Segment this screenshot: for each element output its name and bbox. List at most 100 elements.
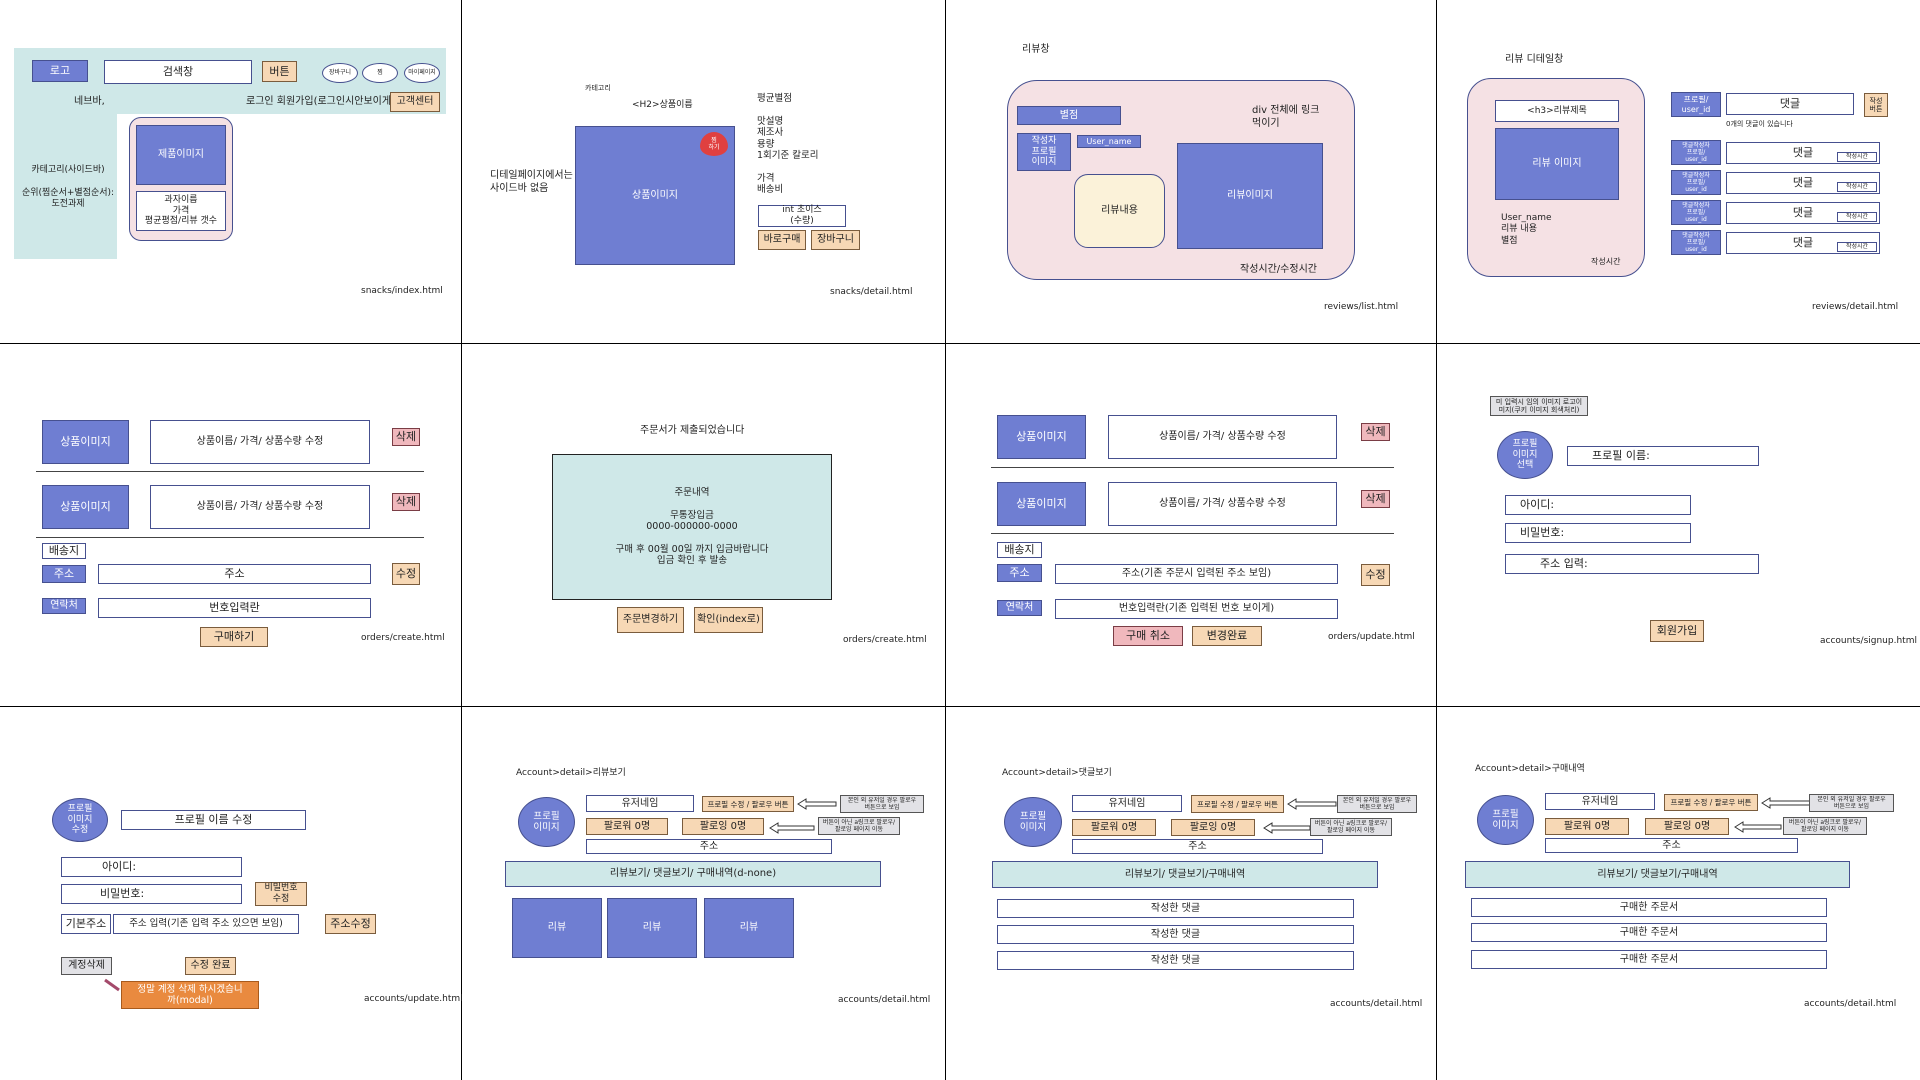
profile-name-input[interactable]: 프로필 이름: [1567,446,1759,466]
detail-tabs[interactable]: 리뷰보기/ 댓글보기/구매내역 [1465,861,1850,888]
grid-divider [461,0,462,1080]
file-name: orders/create.html [361,633,445,643]
search-input[interactable]: 검색창 [104,60,252,84]
address-edit-button[interactable]: 수정 [392,563,420,585]
cart-link[interactable]: 장바구니 [322,63,358,83]
comment-item[interactable]: 작성한 댓글 [997,899,1354,918]
detail-tabs[interactable]: 리뷰보기/ 댓글보기/구매내역 [992,861,1378,888]
product-image: 상품이미지 [997,482,1086,526]
file-name: accounts/detail.html [838,995,931,1005]
product-info: 평균별점 맛설명 제조사 용량 1회기준 칼로리 가격 배송비 [757,93,819,196]
logo[interactable]: 로고 [32,60,88,82]
wishlist-link[interactable]: 찜 [362,63,398,83]
image-note: 미 입력시 임의 이미지 로고이 미지(쿠키 이미지 회색처리) [1490,396,1588,416]
quantity-select[interactable]: int 초이스 (수량) [758,205,846,227]
change-order-button[interactable]: 주문변경하기 [617,607,684,633]
address-input[interactable]: 주소 [98,564,371,584]
buy-now-button[interactable]: 바로구매 [758,230,806,250]
add-to-cart-button[interactable]: 장바구니 [811,230,860,250]
contact-label: 연락처 [997,600,1042,616]
search-button[interactable]: 버튼 [262,61,297,82]
product-info: 과자이름 가격 평균평점/리뷰 갯수 [136,191,226,231]
profile-image-edit[interactable]: 프로필 이미지 수정 [52,798,108,842]
cancel-order-button[interactable]: 구매 취소 [1113,626,1183,646]
confirm-button[interactable]: 확인(index로) [694,607,763,633]
order-button[interactable]: 구매하기 [200,627,268,647]
category-label: 카테고리 [585,84,611,92]
profile-image: 프로필 이미지 [518,797,575,847]
file-name: accounts/update.html [364,994,463,1004]
password-input[interactable]: 비밀번호: [61,884,242,904]
id-input[interactable]: 아이디: [1505,495,1691,515]
comment-submit-button[interactable]: 작성 버튼 [1864,93,1888,117]
address: 주소 [1545,838,1798,853]
delete-button[interactable]: 삭제 [1361,490,1390,508]
followers-link[interactable]: 팔로워 0명 [586,818,668,835]
follow-note: 본인 외 유저일 경우 팔로우 버튼으로 보임 [1809,794,1894,812]
followers-link[interactable]: 팔로워 0명 [1545,818,1629,835]
order-item[interactable]: 구매한 주문서 [1471,898,1827,917]
address-input[interactable]: 주소 입력(기존 입력 주소 있으면 보임) [113,914,299,934]
customer-center-button[interactable]: 고객센터 [390,92,440,112]
signup-button[interactable]: 회원가입 [1650,620,1704,642]
comment-input[interactable]: 댓글 [1726,93,1854,115]
commenter-profile[interactable]: 댓글작성자 프로필/ user_id [1671,200,1721,225]
followers-link[interactable]: 팔로워 0명 [1072,819,1156,836]
product-info[interactable]: 상품이름/ 가격/ 상품수량 수정 [1108,482,1337,526]
commenter-profile[interactable]: 댓글작성자 프로필/ user_id [1671,170,1721,195]
order-item[interactable]: 구매한 주문서 [1471,950,1827,969]
address-edit-button[interactable]: 주소수정 [325,914,376,934]
product-image: 상품이미지 [997,415,1086,459]
commenter-profile[interactable]: 프로필/ user_id [1671,92,1721,117]
delete-confirm-modal[interactable]: 정말 계정 삭제 하시겠습니 까(modal) [121,981,259,1009]
grid-divider [945,0,946,1080]
product-info[interactable]: 상품이름/ 가격/ 상품수량 수정 [1108,415,1337,459]
delete-button[interactable]: 삭제 [1361,423,1390,441]
commenter-profile[interactable]: 댓글작성자 프로필/ user_id [1671,230,1721,255]
address: 주소 [1072,839,1323,854]
writer-profile-image[interactable]: 작성자 프로필 이미지 [1017,133,1071,171]
address-input[interactable]: 주소 입력: [1505,554,1759,574]
edit-follow-button[interactable]: 프로필 수정 / 팔로우 버튼 [702,796,794,812]
update-done-button[interactable]: 변경완료 [1192,626,1262,646]
profile-image-picker[interactable]: 프로필 이미지 선택 [1497,431,1553,479]
mypage-link[interactable]: 마이페이지 [404,63,440,83]
update-done-button[interactable]: 수정 완료 [185,957,236,975]
delete-button[interactable]: 삭제 [392,493,420,511]
detail-tabs[interactable]: 리뷰보기/ 댓글보기/ 구매내역(d-none) [505,861,881,887]
address-edit-button[interactable]: 수정 [1361,564,1390,586]
heart-icon[interactable]: 찜 하기 [700,132,728,156]
profile-image: 프로필 이미지 [1477,795,1534,845]
username: 유저네임 [586,795,694,812]
password-edit-button[interactable]: 비밀번호 수정 [255,882,307,906]
product-info[interactable]: 상품이름/ 가격/ 상품수량 수정 [150,485,370,529]
commenter-profile[interactable]: 댓글작성자 프로필/ user_id [1671,140,1721,165]
comment-item[interactable]: 작성한 댓글 [997,951,1354,970]
profile-name-input[interactable]: 프로필 이름 수정 [121,810,306,830]
delete-button[interactable]: 삭제 [392,428,420,446]
address-input[interactable]: 주소(기존 주문시 입력된 주소 보임) [1055,564,1338,584]
product-image[interactable]: 제품이미지 [136,125,226,185]
file-name: orders/update.html [1328,632,1415,642]
address-label: 주소 [42,565,86,583]
comment-item[interactable]: 작성한 댓글 [997,925,1354,944]
phone-input[interactable]: 번호입력란(기존 입력된 번호 보이게) [1055,599,1338,619]
username: 유저네임 [1545,793,1655,810]
review-card[interactable]: 리뷰 [704,898,794,958]
phone-input[interactable]: 번호입력란 [98,598,371,618]
delete-account-button[interactable]: 계정삭제 [61,957,112,975]
password-input[interactable]: 비밀번호: [1505,523,1691,543]
id-input[interactable]: 아이디: [61,857,242,877]
login-signup-links[interactable]: 로그인 회원가입(로그인시안보이게) [246,96,395,109]
edit-follow-button[interactable]: 프로필 수정 / 팔로우 버튼 [1664,794,1758,811]
review-card[interactable]: 리뷰 [512,898,602,958]
following-link[interactable]: 팔로잉 0명 [1171,819,1255,836]
following-link[interactable]: 팔로잉 0명 [682,818,764,835]
review-card[interactable]: 리뷰 [607,898,697,958]
follow-link-note: 버튼이 아닌 a링크로 팔로우/ 팔로잉 페이지 이동 [1310,818,1392,836]
username[interactable]: User_name [1077,135,1141,148]
following-link[interactable]: 팔로잉 0명 [1645,818,1729,835]
product-info[interactable]: 상품이름/ 가격/ 상품수량 수정 [150,420,370,464]
edit-follow-button[interactable]: 프로필 수정 / 팔로우 버튼 [1191,795,1284,813]
order-item[interactable]: 구매한 주문서 [1471,923,1827,942]
